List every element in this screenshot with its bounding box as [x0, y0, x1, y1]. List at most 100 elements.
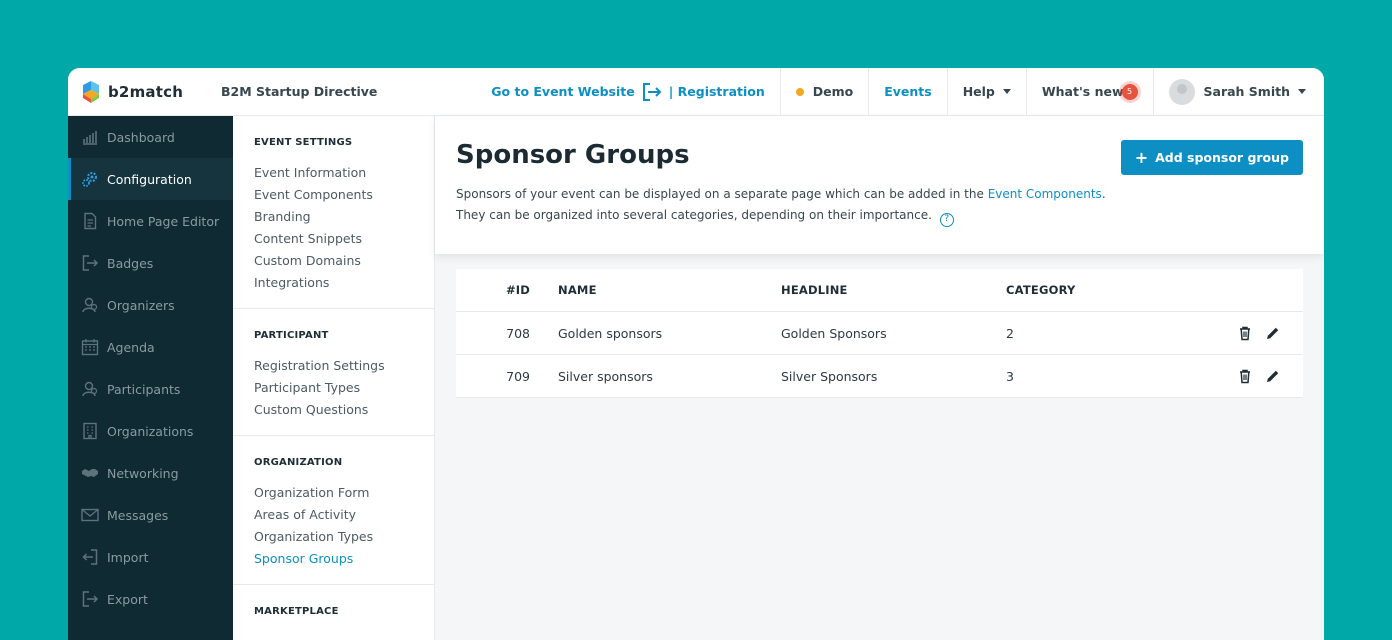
submenu-item-organization-types[interactable]: Organization Types	[254, 526, 434, 548]
column-header-headline[interactable]: HEADLINE	[781, 283, 1006, 297]
user-name: Sarah Smith	[1203, 84, 1290, 99]
submenu-item-areas-of-activity[interactable]: Areas of Activity	[254, 504, 434, 526]
sidebar-item-label: Configuration	[107, 171, 192, 187]
envelope-icon	[81, 506, 99, 524]
submenu-item-event-components[interactable]: Event Components	[254, 184, 434, 206]
sidebar-item-organizers[interactable]: Organizers	[68, 284, 233, 326]
sidebar-item-label: Messages	[107, 507, 169, 523]
sidebar-item-agenda[interactable]: Agenda	[68, 326, 233, 368]
event-name: B2M Startup Directive	[221, 84, 378, 99]
page-title: Sponsor Groups	[456, 140, 690, 170]
cell-category: 3	[1006, 368, 1014, 384]
event-components-link[interactable]: Event Components	[988, 187, 1102, 201]
submenu-section-title: MARKETPLACE	[254, 606, 339, 617]
cell-headline: Silver Sponsors	[781, 368, 878, 384]
export-icon	[81, 590, 99, 608]
sidebar-item-badges[interactable]: Badges	[68, 242, 233, 284]
sidebar-item-participants[interactable]: Participants	[68, 368, 233, 410]
calendar-icon	[81, 338, 99, 356]
logo[interactable]: b2match	[81, 80, 221, 103]
organizers-icon	[81, 296, 99, 314]
row-actions	[1237, 325, 1281, 341]
submenu-item-custom-domains[interactable]: Custom Domains	[254, 250, 434, 272]
help-menu[interactable]: Help	[946, 68, 1026, 116]
submenu-section-organization: ORGANIZATION Organization Form Areas of …	[233, 436, 434, 585]
user-menu[interactable]: Sarah Smith	[1152, 68, 1324, 116]
help-icon[interactable]: ?	[939, 212, 954, 227]
pencil-icon[interactable]	[1265, 325, 1281, 341]
submenu-item-sponsor-groups[interactable]: Sponsor Groups	[254, 548, 434, 570]
sidebar: Dashboard Configuration Home Page Editor…	[68, 116, 233, 640]
submenu-item-event-information[interactable]: Event Information	[254, 162, 434, 184]
status-dot-icon	[795, 87, 804, 96]
trash-icon[interactable]	[1237, 325, 1253, 341]
submenu-section-marketplace: MARKETPLACE	[233, 585, 434, 640]
sponsor-groups-table: #ID NAME HEADLINE CATEGORY 708 Golden sp…	[456, 269, 1303, 398]
description-text-2: They can be organized into several categ…	[456, 208, 932, 222]
cell-id: 709	[506, 368, 530, 384]
sidebar-item-label: Import	[107, 549, 149, 565]
badge-arrow-icon	[81, 254, 99, 272]
whats-new-label: What's new	[1041, 84, 1124, 99]
page-header: Sponsor Groups Sponsors of your event ca…	[435, 116, 1324, 254]
sidebar-item-label: Export	[107, 591, 148, 607]
pencil-icon[interactable]	[1265, 368, 1281, 384]
column-header-id[interactable]: #ID	[456, 283, 558, 297]
submenu-section-title: ORGANIZATION	[254, 457, 343, 468]
participants-icon	[81, 380, 99, 398]
sidebar-item-label: Organizers	[107, 297, 175, 313]
sidebar-item-label: Dashboard	[107, 129, 175, 145]
document-icon	[81, 212, 99, 230]
handshake-icon	[81, 464, 99, 482]
sidebar-item-networking[interactable]: Networking	[68, 452, 233, 494]
b2match-logo-icon	[81, 80, 101, 103]
submenu-item-registration-settings[interactable]: Registration Settings	[254, 355, 434, 377]
events-label: Events	[884, 84, 932, 99]
chart-icon	[81, 128, 99, 146]
sidebar-item-label: Home Page Editor	[107, 213, 220, 229]
cell-headline: Golden Sponsors	[781, 325, 887, 341]
sidebar-item-messages[interactable]: Messages	[68, 494, 233, 536]
top-bar: b2match B2M Startup Directive Go to Even…	[68, 68, 1324, 116]
sidebar-item-import[interactable]: Import	[68, 536, 233, 578]
notification-badge: 5	[1121, 83, 1138, 100]
add-button-label: Add sponsor group	[1155, 150, 1289, 165]
submenu-item-organization-form[interactable]: Organization Form	[254, 482, 434, 504]
column-header-category[interactable]: CATEGORY	[1006, 283, 1186, 297]
description-period: .	[1101, 187, 1106, 201]
plus-icon: +	[1134, 147, 1149, 167]
sidebar-item-dashboard[interactable]: Dashboard	[68, 116, 233, 158]
submenu-section-title: PARTICIPANT	[254, 330, 329, 341]
sidebar-item-export[interactable]: Export	[68, 578, 233, 620]
cell-name: Golden sponsors	[558, 325, 663, 341]
add-sponsor-group-button[interactable]: + Add sponsor group	[1120, 140, 1303, 175]
top-nav: Go to Event Website | Registration Demo …	[476, 68, 1324, 116]
column-header-name[interactable]: NAME	[558, 283, 781, 297]
description-text: Sponsors of your event can be displayed …	[456, 187, 988, 201]
cell-id: 708	[506, 325, 530, 341]
sidebar-item-organizations[interactable]: Organizations	[68, 410, 233, 452]
gears-icon	[81, 170, 99, 188]
sidebar-item-configuration[interactable]: Configuration	[68, 158, 233, 200]
import-icon	[81, 548, 99, 566]
submenu-item-content-snippets[interactable]: Content Snippets	[254, 228, 434, 250]
sidebar-item-label: Participants	[107, 381, 181, 397]
events-link[interactable]: Events	[868, 68, 946, 116]
submenu-item-branding[interactable]: Branding	[254, 206, 434, 228]
submenu-item-participant-types[interactable]: Participant Types	[254, 377, 434, 399]
whats-new-button[interactable]: What's new 5	[1025, 68, 1153, 116]
sidebar-item-home-page-editor[interactable]: Home Page Editor	[68, 200, 233, 242]
table-row[interactable]: 708 Golden sponsors Golden Sponsors 2	[456, 312, 1303, 355]
main-content: Sponsor Groups Sponsors of your event ca…	[435, 116, 1324, 640]
go-to-website-label: Go to Event Website	[491, 84, 635, 99]
configuration-submenu: EVENT SETTINGS Event Information Event C…	[233, 116, 435, 640]
page-description: Sponsors of your event can be displayed …	[456, 184, 1106, 227]
go-to-event-website-link[interactable]: Go to Event Website | Registration	[476, 68, 779, 116]
registration-link[interactable]: | Registration	[669, 84, 765, 99]
demo-status[interactable]: Demo	[779, 68, 868, 116]
submenu-item-integrations[interactable]: Integrations	[254, 272, 434, 294]
trash-icon[interactable]	[1237, 368, 1253, 384]
submenu-item-custom-questions[interactable]: Custom Questions	[254, 399, 434, 421]
row-actions	[1237, 368, 1281, 384]
table-row[interactable]: 709 Silver sponsors Silver Sponsors 3	[456, 355, 1303, 398]
